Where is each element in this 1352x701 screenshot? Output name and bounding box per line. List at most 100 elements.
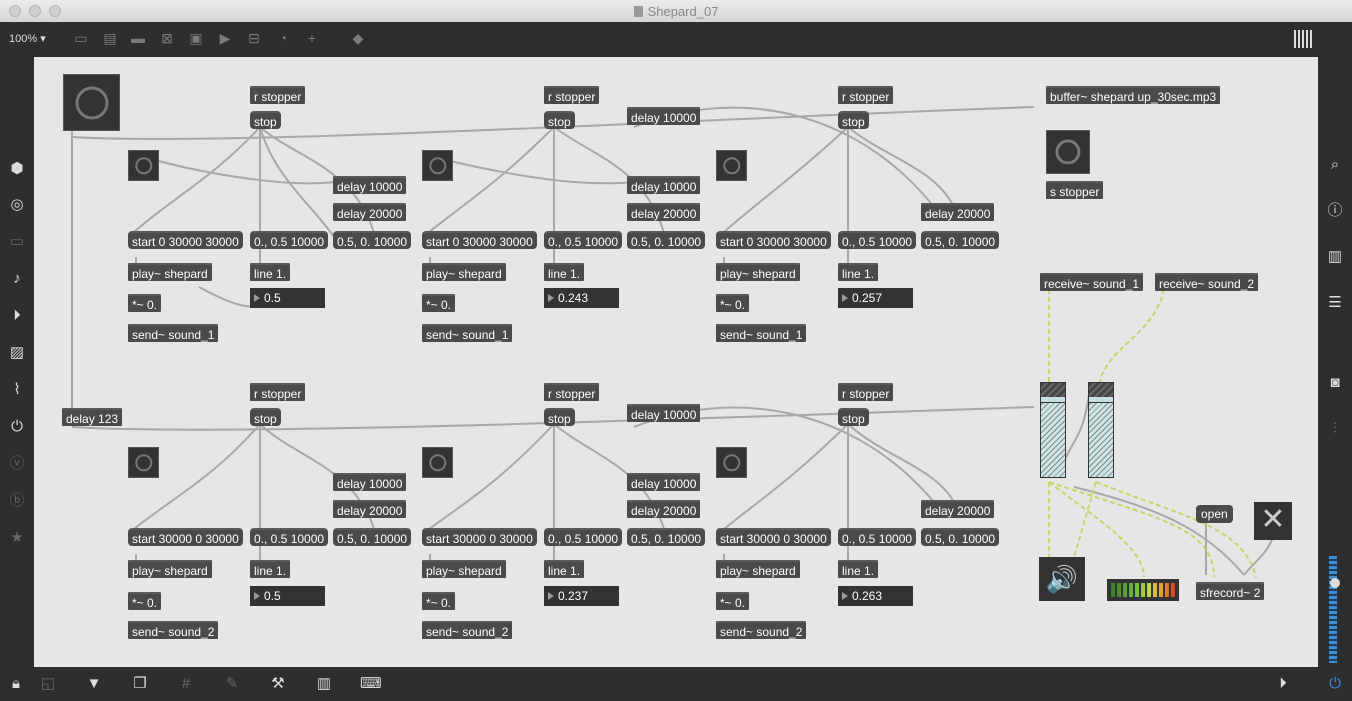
stop-message[interactable]: stop [250, 408, 281, 426]
gain-slider[interactable] [1088, 382, 1114, 478]
ramp-down-message[interactable]: 0.5, 0. 10000 [333, 528, 412, 546]
voice-bang-button[interactable] [422, 150, 453, 181]
line-object[interactable]: line 1. [544, 560, 585, 578]
start-message[interactable]: start 0 30000 30000 [422, 231, 537, 249]
play-object[interactable]: play~ shepard [716, 263, 800, 281]
voice-bang-button[interactable] [128, 447, 159, 478]
delay-object[interactable]: delay 10000 [333, 176, 407, 194]
gain-number-box[interactable]: 0.237 [544, 586, 619, 606]
ramp-down-message[interactable]: 0.5, 0. 10000 [921, 231, 1000, 249]
target-icon[interactable]: ◎ [8, 196, 26, 214]
delay-object[interactable]: delay 10000 [333, 473, 407, 491]
delay-object[interactable]: delay 20000 [627, 203, 701, 221]
send-object[interactable]: send~ sound_2 [716, 621, 807, 639]
r-stopper-object[interactable]: r stopper [544, 383, 600, 401]
camera-icon[interactable]: ◙ [1326, 374, 1344, 392]
play-circle-icon[interactable]: ⏵ [1273, 675, 1293, 693]
delay-object[interactable]: delay 10000 [627, 107, 701, 125]
r-stopper-object[interactable]: r stopper [250, 86, 306, 104]
search-icon[interactable]: ⌕ [1326, 156, 1344, 174]
panel-icon[interactable]: ▭ [8, 233, 26, 251]
start-message[interactable]: start 30000 0 30000 [128, 528, 243, 546]
lock-icon[interactable]: 🔒︎ [6, 675, 26, 693]
send-object[interactable]: send~ sound_1 [128, 324, 219, 342]
line-object[interactable]: line 1. [250, 263, 291, 281]
piano-icon[interactable]: ▥ [314, 675, 334, 693]
book-icon[interactable]: ▥ [1326, 248, 1344, 266]
stop-message[interactable]: stop [838, 408, 869, 426]
multiply-object[interactable]: *~ 0. [422, 592, 456, 610]
toggle-box-icon[interactable]: ▣ [187, 30, 205, 46]
stop-message[interactable]: stop [544, 111, 575, 129]
stop-bang-button[interactable] [1046, 130, 1090, 174]
comment-box-icon[interactable]: ▤ [101, 30, 119, 46]
panel-view-icon[interactable]: ▭ [72, 30, 90, 46]
voice-bang-button[interactable] [716, 150, 747, 181]
wrench-icon[interactable]: ⚒ [268, 675, 288, 693]
delay-object[interactable]: delay 10000 [627, 176, 701, 194]
start-message[interactable]: start 0 30000 30000 [128, 231, 243, 249]
plug-icon[interactable]: ⏻ [8, 418, 26, 436]
list-icon[interactable]: ☰ [1326, 294, 1344, 312]
windows-icon[interactable]: ❐ [130, 675, 150, 693]
send-object[interactable]: send~ sound_2 [422, 621, 513, 639]
paperclip-icon[interactable]: ⌇ [8, 381, 26, 399]
x-box-icon[interactable]: ⊠ [158, 30, 176, 46]
keyboard-icon[interactable]: ⌨ [360, 675, 382, 693]
delay-object[interactable]: delay 20000 [333, 500, 407, 518]
delay-object[interactable]: delay 20000 [921, 203, 995, 221]
speaker-icon[interactable]: 🔊 [1039, 557, 1085, 601]
ramp-up-message[interactable]: 0., 0.5 10000 [838, 528, 917, 546]
comment-icon[interactable]: ▼ [84, 675, 104, 693]
multiply-object[interactable]: *~ 0. [716, 294, 750, 312]
send-object[interactable]: send~ sound_1 [716, 324, 807, 342]
play-object[interactable]: play~ shepard [716, 560, 800, 578]
master-volume-slider[interactable] [1330, 578, 1340, 588]
ramp-down-message[interactable]: 0.5, 0. 10000 [333, 231, 412, 249]
grid-icon[interactable]: # [176, 675, 196, 693]
speech-bubble-icon[interactable]: ▬ [129, 30, 147, 46]
info-icon[interactable]: ⓘ [1326, 202, 1344, 220]
zoom-menu[interactable]: 100% ▾ [9, 32, 46, 45]
sfrecord-object[interactable]: sfrecord~ 2 [1196, 582, 1265, 600]
start-bang-button[interactable] [63, 74, 120, 131]
multiply-object[interactable]: *~ 0. [128, 592, 162, 610]
r-stopper-object[interactable]: r stopper [838, 383, 894, 401]
music-note-icon[interactable]: ♪ [8, 270, 26, 288]
paint-bucket-icon[interactable]: ◆ [349, 30, 367, 46]
buffer-object[interactable]: buffer~ shepard up_30sec.mp3 [1046, 86, 1221, 104]
open-message[interactable]: open [1196, 505, 1233, 523]
minus-box-icon[interactable]: ⊟ [245, 30, 263, 46]
bold-h-icon[interactable]: ⓑ [8, 492, 26, 510]
send-object[interactable]: send~ sound_1 [422, 324, 513, 342]
ramp-up-message[interactable]: 0., 0.5 10000 [544, 231, 623, 249]
voice-bang-button[interactable] [716, 447, 747, 478]
play-object[interactable]: play~ shepard [128, 263, 212, 281]
r-stopper-object[interactable]: r stopper [544, 86, 600, 104]
plus-icon[interactable]: + [303, 30, 321, 46]
receive-object[interactable]: receive~ sound_1 [1040, 273, 1144, 291]
line-object[interactable]: line 1. [544, 263, 585, 281]
grid-toggle-icon[interactable] [1294, 30, 1314, 48]
ramp-up-message[interactable]: 0., 0.5 10000 [544, 528, 623, 546]
stop-message[interactable]: stop [838, 111, 869, 129]
multiply-object[interactable]: *~ 0. [422, 294, 456, 312]
delay-object[interactable]: delay 10000 [627, 473, 701, 491]
line-object[interactable]: line 1. [838, 263, 879, 281]
image-icon[interactable]: ▨ [8, 344, 26, 362]
play-list-icon[interactable]: ⏵ [8, 307, 26, 325]
delay-object[interactable]: delay 10000 [627, 404, 701, 422]
play-object[interactable]: play~ shepard [422, 263, 506, 281]
mixer-icon[interactable]: ⫶ [1326, 420, 1344, 438]
ramp-down-message[interactable]: 0.5, 0. 10000 [921, 528, 1000, 546]
gain-number-box[interactable]: 0.263 [838, 586, 913, 606]
play-box-icon[interactable]: ▶ [216, 30, 234, 46]
s-stopper-object[interactable]: s stopper [1046, 181, 1104, 199]
play-object[interactable]: play~ shepard [128, 560, 212, 578]
delay-object[interactable]: delay 123 [62, 408, 123, 426]
r-stopper-object[interactable]: r stopper [250, 383, 306, 401]
close-x-button[interactable]: ✕ [1254, 502, 1292, 540]
r-stopper-object[interactable]: r stopper [838, 86, 894, 104]
gain-slider[interactable] [1040, 382, 1066, 478]
star-icon[interactable]: ★ [8, 529, 26, 547]
